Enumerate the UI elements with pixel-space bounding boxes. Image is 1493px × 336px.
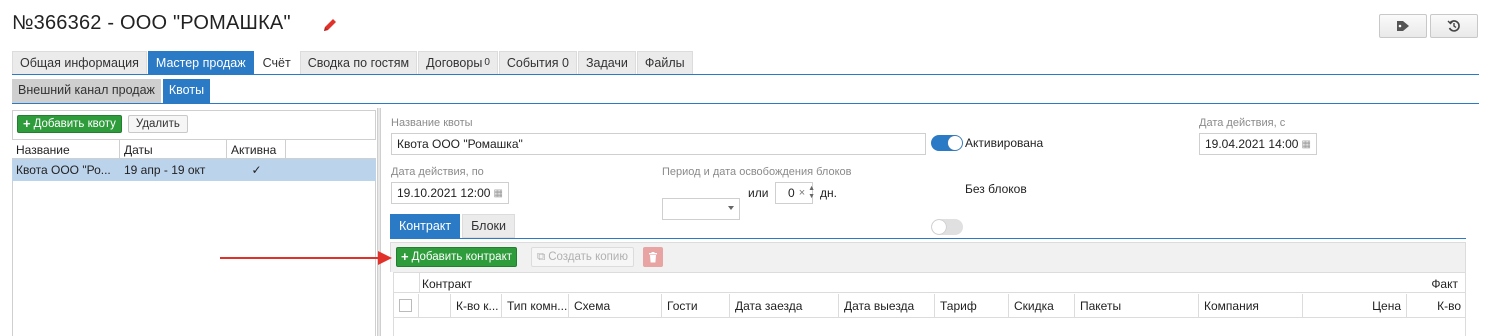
tab-sales-master[interactable]: Мастер продаж xyxy=(147,51,254,75)
check-icon: ✓ xyxy=(251,163,262,177)
row-name: Квота ООО "Ро... xyxy=(16,163,111,177)
column-spacer xyxy=(286,140,376,158)
copy-contract-button[interactable]: ⧉ Создать копию xyxy=(531,247,634,267)
date-from-value: 19.04.2021 14:00 xyxy=(1205,137,1299,151)
tab-external-channel[interactable]: Внешний канал продаж xyxy=(12,79,161,103)
column-divider xyxy=(419,273,420,293)
main-tabs: Общая информация Мастер продаж Счёт Свод… xyxy=(12,51,694,75)
add-quota-button[interactable]: + Добавить квоту xyxy=(17,115,122,133)
period-label: Период и дата освобождения блоков xyxy=(662,166,852,178)
no-blocks-toggle[interactable] xyxy=(931,219,963,235)
page-title: №366362 - ООО "РОМАШКА" xyxy=(12,12,291,34)
pencil-icon[interactable] xyxy=(322,17,338,33)
tab-badge: 0 xyxy=(561,56,569,70)
delete-quota-button[interactable]: Удалить xyxy=(127,115,188,133)
tabs-divider xyxy=(12,74,1479,75)
tab-files[interactable]: Файлы xyxy=(636,51,693,75)
column-header[interactable]: Пакеты xyxy=(1075,294,1199,318)
date-to-input[interactable]: 19.10.2021 12:00 ▦ xyxy=(391,182,509,204)
group-header-contract: Контракт xyxy=(422,277,473,291)
tab-events[interactable]: События 0 xyxy=(498,51,577,75)
calendar-icon[interactable]: ▦ xyxy=(494,188,503,199)
tag-icon xyxy=(1397,21,1409,31)
grid-column-header: К-во к... Тип комн... Схема Гости Дата з… xyxy=(393,294,1466,318)
column-header[interactable]: Дата выезда xyxy=(839,294,935,318)
quota-grid: Название Даты Активна Квота ООО "Ро... 1… xyxy=(12,139,376,181)
tab-tasks[interactable]: Задачи xyxy=(577,51,636,75)
table-row[interactable]: Квота ООО "Ро... 19 апр - 19 окт ✓ xyxy=(12,159,376,181)
days-value: 0 xyxy=(788,186,795,200)
days-unit: дн. xyxy=(820,186,837,200)
delete-contract-button[interactable] xyxy=(643,247,663,267)
tab-contracts[interactable]: Договоры 0 xyxy=(418,51,498,75)
history-button[interactable] xyxy=(1430,14,1478,38)
plus-icon: + xyxy=(401,249,409,264)
no-blocks-label: Без блоков xyxy=(965,182,1027,196)
column-header[interactable]: Скидка xyxy=(1009,294,1075,318)
trash-icon xyxy=(649,251,657,262)
add-contract-button[interactable]: + Добавить контракт xyxy=(396,247,518,267)
row-spacer xyxy=(286,159,376,181)
grid-group-header: Контракт Факт xyxy=(393,273,1466,293)
panel-splitter[interactable] xyxy=(377,108,381,336)
select-all-cell xyxy=(393,294,419,318)
clear-icon[interactable]: × xyxy=(799,187,805,199)
plus-icon: + xyxy=(23,116,31,131)
column-header[interactable]: К-во к... xyxy=(451,294,502,318)
tab-general-info[interactable]: Общая информация xyxy=(12,51,147,75)
column-header[interactable]: Даты xyxy=(120,140,227,158)
column-header[interactable]: К-во xyxy=(1407,294,1466,318)
tab-badge: 0 xyxy=(484,57,490,68)
spacer-column xyxy=(419,294,451,318)
or-label: или xyxy=(748,186,769,200)
column-header[interactable]: Схема xyxy=(569,294,662,318)
contract-tabs-divider xyxy=(390,238,1466,239)
row-dates: 19 апр - 19 окт xyxy=(124,163,206,177)
calendar-icon[interactable]: ▦ xyxy=(1302,139,1311,150)
column-header[interactable]: Активна xyxy=(227,140,286,158)
annotation-arrow-head xyxy=(378,251,392,265)
days-stepper[interactable]: 0 × ▲ ▼ xyxy=(775,182,815,204)
column-header[interactable]: Компания xyxy=(1199,294,1303,318)
tab-blocks[interactable]: Блоки xyxy=(462,214,516,238)
quota-toolbar: + Добавить квоту Удалить xyxy=(17,115,188,133)
sub-tabs: Внешний канал продаж Квоты xyxy=(12,79,212,103)
grid-header: Название Даты Активна xyxy=(12,139,376,159)
date-from-input[interactable]: 19.04.2021 14:00 ▦ xyxy=(1199,133,1317,155)
date-to-value: 19.10.2021 12:00 xyxy=(397,186,491,200)
tab-contract[interactable]: Контракт xyxy=(390,214,461,238)
column-header[interactable]: Гости xyxy=(662,294,730,318)
column-header[interactable]: Название xyxy=(12,140,120,158)
tab-quotas[interactable]: Квоты xyxy=(162,79,211,103)
activated-label: Активирована xyxy=(965,136,1044,150)
subtabs-divider xyxy=(12,103,1479,104)
quota-name-input[interactable]: Квота ООО "Ромашка" xyxy=(391,133,926,155)
contract-tabs: Контракт Блоки xyxy=(390,214,517,238)
select-all-checkbox[interactable] xyxy=(399,299,412,312)
annotation-arrow xyxy=(220,257,380,259)
spin-icon[interactable]: ▲ ▼ xyxy=(808,185,815,201)
date-to-label: Дата действия, по xyxy=(391,166,484,178)
column-header[interactable]: Тип комн... xyxy=(502,294,569,318)
history-icon xyxy=(1447,20,1460,32)
group-header-fact: Факт xyxy=(1431,277,1458,291)
copy-icon: ⧉ xyxy=(537,250,546,263)
quota-name-label: Название квоты xyxy=(391,117,473,129)
activated-toggle[interactable] xyxy=(931,135,963,151)
tags-button[interactable] xyxy=(1379,14,1427,38)
column-header[interactable]: Дата заезда xyxy=(730,294,839,318)
column-header[interactable]: Тариф xyxy=(935,294,1009,318)
period-select[interactable] xyxy=(662,198,740,220)
tab-invoice[interactable]: Счёт xyxy=(254,51,299,75)
tab-guest-summary[interactable]: Сводка по гостям xyxy=(299,51,418,75)
column-header[interactable]: Цена xyxy=(1303,294,1407,318)
date-from-label: Дата действия, с xyxy=(1199,117,1286,129)
chevron-down-icon xyxy=(728,206,734,210)
